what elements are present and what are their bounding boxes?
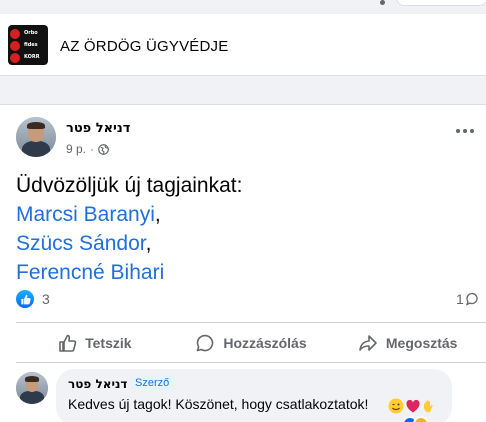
comment-reactions[interactable] xyxy=(402,416,429,422)
comment-count-value: 1 xyxy=(456,291,464,307)
member-tag[interactable]: Marcsi Baranyi xyxy=(16,203,155,226)
like-label: Tetszik xyxy=(85,335,132,351)
like-reaction-icon xyxy=(16,290,34,308)
globe-icon xyxy=(98,143,109,155)
thumb-text: fides xyxy=(24,42,38,48)
comment-author[interactable]: דניאל פטר xyxy=(68,377,127,391)
greeting-text: Üdvözöljük új tagjainkat: xyxy=(16,174,243,197)
tag-punct: , xyxy=(145,232,152,255)
member-tag[interactable]: Ferencné Bihari xyxy=(16,261,164,284)
dot-icon xyxy=(380,0,385,5)
share-label: Megosztás xyxy=(385,335,458,351)
thumb-text: Orbo xyxy=(24,30,38,36)
author-avatar[interactable] xyxy=(16,117,56,157)
badge-icon xyxy=(10,41,20,51)
comment-label: Hozzászólás xyxy=(223,335,307,351)
divider xyxy=(16,362,486,363)
wave-emoji-icon xyxy=(424,400,433,413)
comment-emojis xyxy=(388,398,438,414)
separator: · xyxy=(90,142,95,156)
like-button[interactable]: Tetszik xyxy=(16,323,173,363)
reaction-summary[interactable]: 3 xyxy=(16,290,50,308)
post-meta: 9 p. · xyxy=(66,142,109,156)
wink-emoji-icon xyxy=(388,398,404,414)
badge-icon xyxy=(10,29,20,39)
post-card: דניאל פטר 9 p. · Üdvözöljük új tagjainka… xyxy=(0,104,486,422)
haha-reaction-icon xyxy=(413,416,429,422)
commenter-avatar[interactable] xyxy=(16,372,48,404)
top-strip xyxy=(0,0,486,12)
like-count[interactable]: 3 xyxy=(42,291,50,307)
tag-punct: , xyxy=(154,203,161,226)
heart-emoji-icon xyxy=(406,399,420,413)
action-bar: Tetszik Hozzászólás Megosztás xyxy=(16,323,486,363)
comment-button[interactable]: Hozzászólás xyxy=(173,323,330,363)
share-button[interactable]: Megosztás xyxy=(329,323,486,363)
card-edge xyxy=(396,0,486,6)
comment-icon xyxy=(197,334,214,352)
comment-text: Kedves új tagok! Köszönet, hogy csatlako… xyxy=(68,396,369,412)
share-icon xyxy=(359,335,377,351)
comment-bubble-icon xyxy=(465,292,478,306)
comment-count[interactable]: 1 xyxy=(456,291,478,307)
thumb-text: KORR xyxy=(24,54,40,60)
member-tag[interactable]: Szücs Sándor xyxy=(16,232,146,255)
like-icon xyxy=(59,334,77,352)
badge-icon xyxy=(10,53,20,63)
post-body: Üdvözöljük új tagjainkat: Marcsi Baranyi… xyxy=(16,171,476,287)
post-author[interactable]: דניאל פטר xyxy=(66,121,130,136)
post-time[interactable]: 9 p. xyxy=(66,142,86,156)
more-icon[interactable] xyxy=(456,127,476,135)
group-thumbnail[interactable]: Orbo fides KORR xyxy=(8,25,48,65)
group-name[interactable]: AZ ÖRDÖG ÜGYVÉDJE xyxy=(60,38,228,55)
group-card[interactable]: Orbo fides KORR AZ ÖRDÖG ÜGYVÉDJE xyxy=(0,14,486,76)
author-badge: Szerző xyxy=(130,376,175,390)
